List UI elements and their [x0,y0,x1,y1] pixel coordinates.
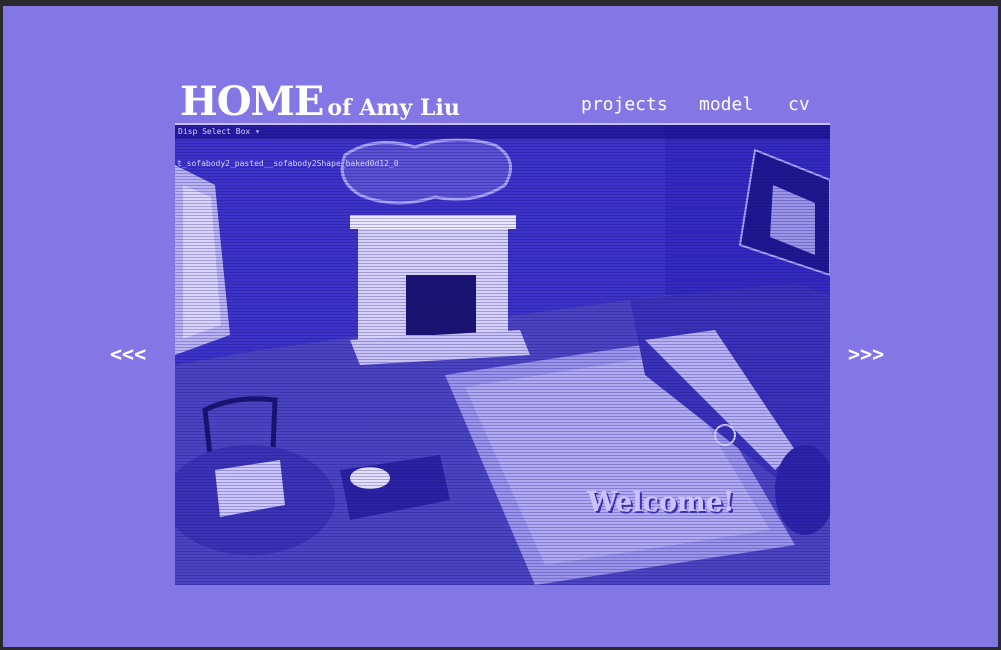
site-title-home: HOME [180,78,324,125]
object-label: t_sofabody2_pasted__sofabody2Shape_baked… [177,159,399,168]
nav-projects-link[interactable]: projects [581,94,668,115]
welcome-text: Welcome! [587,487,735,518]
viewport-toolbar[interactable]: Disp Select Box ▾ [175,125,830,139]
site-title[interactable]: HOME of Amy Liu [180,78,460,125]
room-model-viewport[interactable]: Disp Select Box ▾ t_sofabody2_pasted__so… [175,123,830,585]
home-page: HOME of Amy Liu projects model cv <<< >>> [3,6,998,647]
nav-cv-link[interactable]: cv [788,94,810,115]
nav-model-link[interactable]: model [699,94,753,115]
site-title-owner: of Amy Liu [327,95,460,121]
mirror-shape [340,138,513,205]
next-arrow-button[interactable]: >>> [848,342,884,366]
prev-arrow-button[interactable]: <<< [110,342,146,366]
